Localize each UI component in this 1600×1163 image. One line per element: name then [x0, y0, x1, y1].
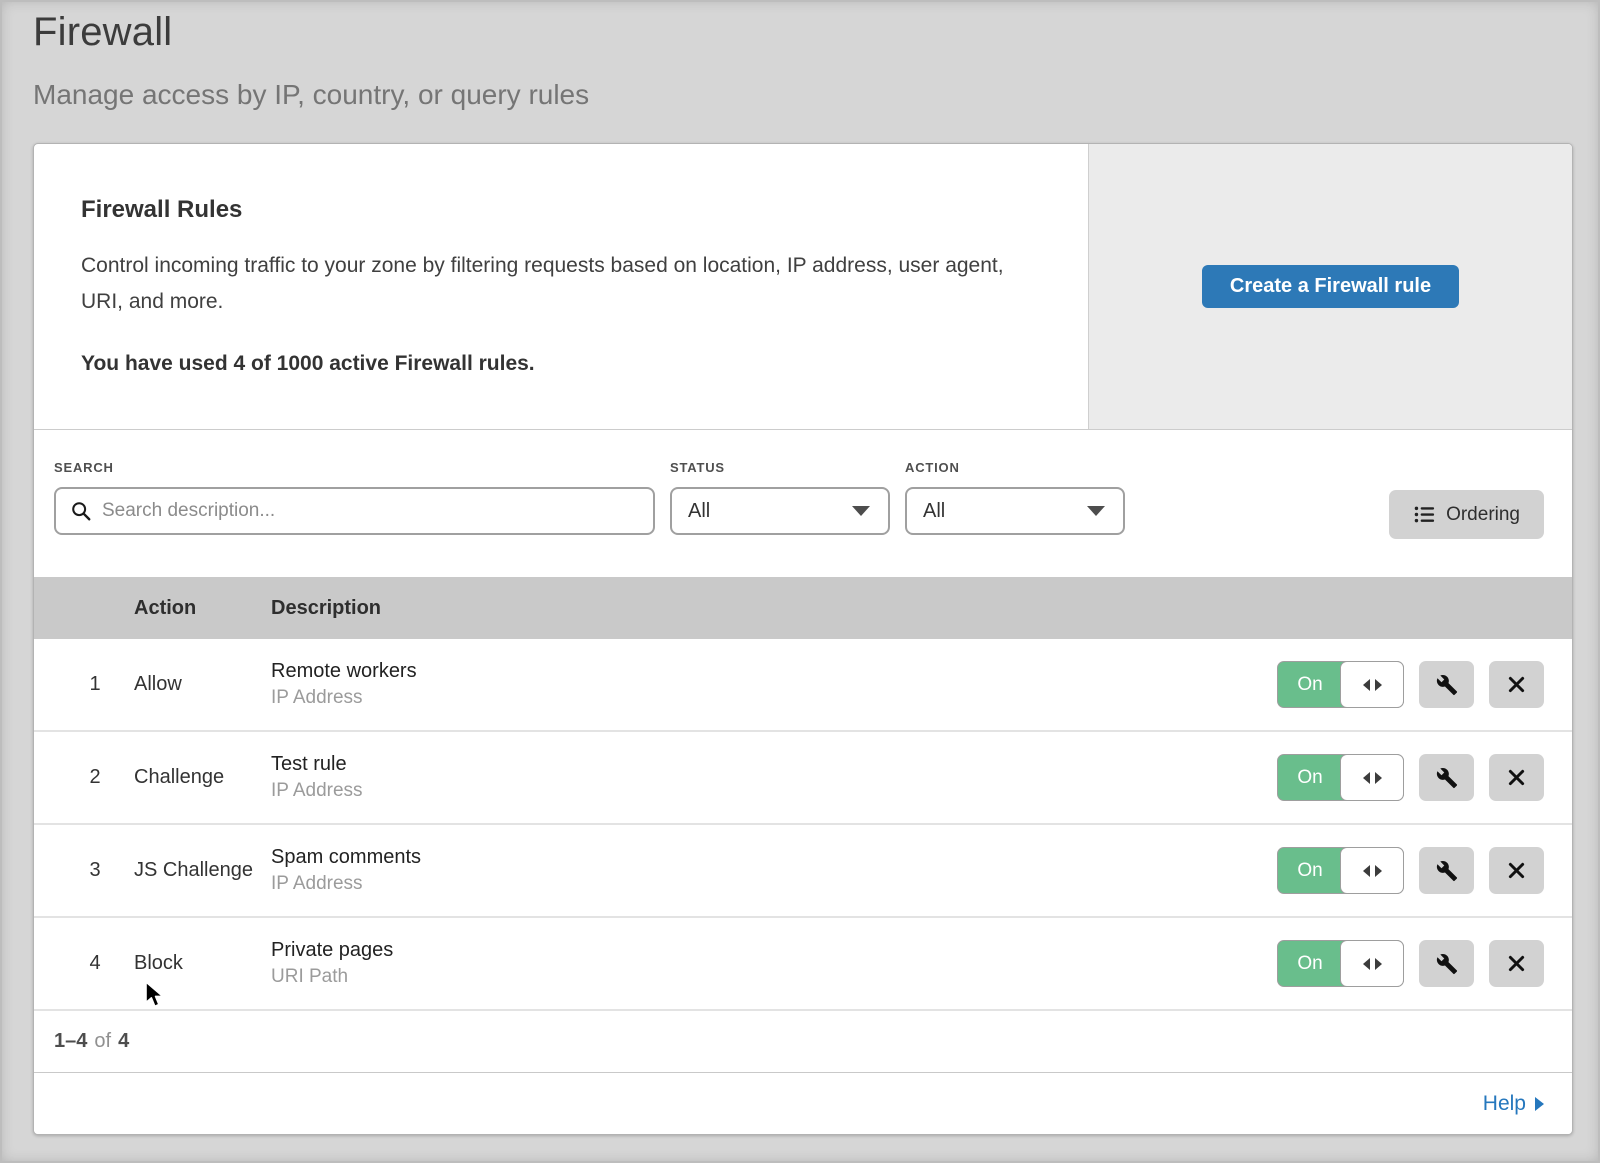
close-icon: [1506, 674, 1527, 695]
rule-number: 2: [56, 766, 134, 789]
hero-text-block: Firewall Rules Control incoming traffic …: [34, 144, 1088, 429]
usage-note: You have used 4 of 1000 active Firewall …: [81, 352, 1048, 376]
chevron-down-icon: [1087, 506, 1105, 516]
help-link[interactable]: Help: [1483, 1092, 1544, 1116]
delete-rule-button[interactable]: [1489, 661, 1544, 708]
wrench-icon: [1436, 767, 1458, 789]
pagination-bar: 1–4 of 4: [34, 1011, 1572, 1073]
wrench-icon: [1436, 860, 1458, 882]
table-row: 3 JS Challenge Spam comments IP Address …: [34, 825, 1572, 918]
rule-action: Allow: [134, 673, 271, 696]
toggle-on-label: On: [1278, 941, 1342, 986]
table-row: 4 Block Private pages URI Path On: [34, 918, 1572, 1011]
action-label: ACTION: [905, 460, 1125, 475]
status-select[interactable]: All: [670, 487, 890, 535]
hero-section: Firewall Rules Control incoming traffic …: [34, 144, 1572, 429]
status-filter: STATUS All: [670, 460, 890, 535]
ordering-button[interactable]: Ordering: [1389, 490, 1544, 539]
toggle-handle-icon: [1340, 754, 1404, 801]
rule-description-cell: Test rule IP Address: [271, 753, 1277, 802]
section-description: Control incoming traffic to your zone by…: [81, 248, 1031, 320]
firewall-rules-card: Firewall Rules Control incoming traffic …: [33, 143, 1573, 1135]
section-heading: Firewall Rules: [81, 196, 1048, 224]
rule-action: Block: [134, 952, 271, 975]
edit-rule-button[interactable]: [1419, 661, 1474, 708]
pagination-total: 4: [118, 1030, 129, 1053]
action-column-header: Action: [134, 597, 271, 620]
help-arrow-icon: [1535, 1097, 1544, 1111]
rule-number: 4: [56, 952, 134, 975]
rule-description: Private pages: [271, 939, 1277, 962]
action-select[interactable]: All: [905, 487, 1125, 535]
rule-action: Challenge: [134, 766, 271, 789]
status-label: STATUS: [670, 460, 890, 475]
toggle-on-label: On: [1278, 662, 1342, 707]
toggle-handle-icon: [1340, 940, 1404, 987]
toggle-on-label: On: [1278, 848, 1342, 893]
rule-action: JS Challenge: [134, 859, 271, 882]
pagination-of: of: [94, 1030, 111, 1053]
chevron-down-icon: [852, 506, 870, 516]
rule-match-type: IP Address: [271, 687, 1277, 709]
pagination-range: 1–4: [54, 1030, 87, 1053]
search-filter: SEARCH: [54, 460, 655, 535]
wrench-icon: [1436, 953, 1458, 975]
search-input[interactable]: [54, 487, 655, 535]
rule-description: Remote workers: [271, 660, 1277, 683]
table-row: 1 Allow Remote workers IP Address On: [34, 639, 1572, 732]
rule-enabled-toggle[interactable]: On: [1277, 940, 1404, 987]
rule-number: 1: [56, 673, 134, 696]
edit-rule-button[interactable]: [1419, 847, 1474, 894]
rule-description: Test rule: [271, 753, 1277, 776]
toggle-handle-icon: [1340, 661, 1404, 708]
search-label: SEARCH: [54, 460, 655, 475]
table-row: 2 Challenge Test rule IP Address On: [34, 732, 1572, 825]
edit-rule-button[interactable]: [1419, 940, 1474, 987]
delete-rule-button[interactable]: [1489, 940, 1544, 987]
rule-number: 3: [56, 859, 134, 882]
delete-rule-button[interactable]: [1489, 847, 1544, 894]
page-header: Firewall Manage access by IP, country, o…: [0, 0, 1600, 111]
rule-enabled-toggle[interactable]: On: [1277, 847, 1404, 894]
rule-enabled-toggle[interactable]: On: [1277, 661, 1404, 708]
action-filter: ACTION All: [905, 460, 1125, 535]
create-firewall-rule-button[interactable]: Create a Firewall rule: [1202, 265, 1459, 308]
help-link-label: Help: [1483, 1092, 1526, 1116]
card-footer: Help: [34, 1073, 1572, 1134]
close-icon: [1506, 953, 1527, 974]
rule-match-type: IP Address: [271, 780, 1277, 802]
rule-match-type: URI Path: [271, 966, 1277, 988]
description-column-header: Description: [271, 597, 1544, 620]
rule-enabled-toggle[interactable]: On: [1277, 754, 1404, 801]
rule-match-type: IP Address: [271, 873, 1277, 895]
edit-rule-button[interactable]: [1419, 754, 1474, 801]
rule-description: Spam comments: [271, 846, 1277, 869]
toggle-on-label: On: [1278, 755, 1342, 800]
filters-bar: SEARCH STATUS All ACTION: [34, 429, 1572, 577]
ordering-list-icon: [1413, 503, 1436, 526]
hero-action-panel: Create a Firewall rule: [1088, 144, 1572, 429]
delete-rule-button[interactable]: [1489, 754, 1544, 801]
toggle-handle-icon: [1340, 847, 1404, 894]
wrench-icon: [1436, 674, 1458, 696]
action-select-value: All: [923, 500, 945, 523]
close-icon: [1506, 767, 1527, 788]
rule-description-cell: Remote workers IP Address: [271, 660, 1277, 709]
ordering-button-label: Ordering: [1446, 504, 1520, 526]
page-subtitle: Manage access by IP, country, or query r…: [33, 79, 1600, 111]
status-select-value: All: [688, 500, 710, 523]
page-title: Firewall: [33, 10, 1600, 55]
close-icon: [1506, 860, 1527, 881]
rule-description-cell: Private pages URI Path: [271, 939, 1277, 988]
table-header: Action Description: [34, 577, 1572, 639]
search-icon: [70, 500, 92, 522]
rule-description-cell: Spam comments IP Address: [271, 846, 1277, 895]
